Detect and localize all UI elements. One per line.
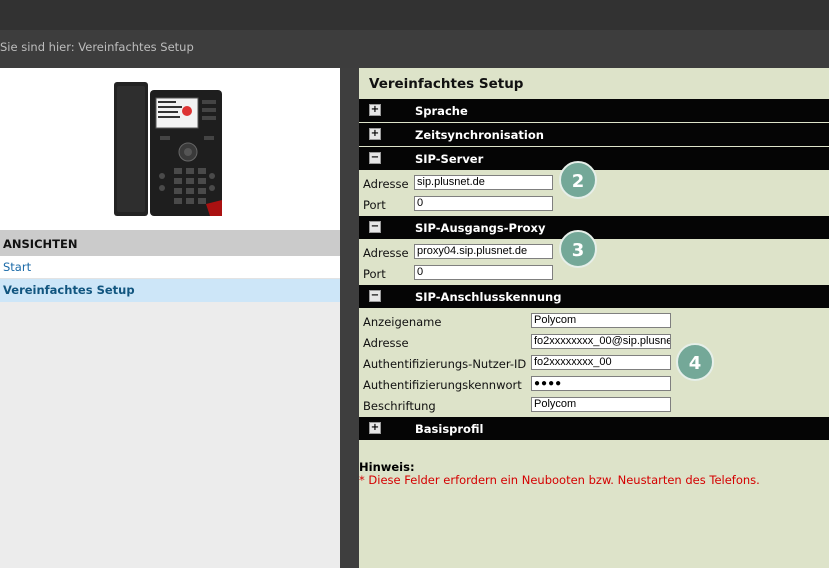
collapse-icon[interactable]: − [369,152,381,164]
top-bar [0,0,829,30]
main-content: Vereinfachtes Setup + Sprache + Zeitsync… [359,68,829,568]
sip-server-port-label: Port [363,198,386,212]
sip-server-port-input[interactable]: 0 [414,196,553,211]
breadcrumb: Sie sind hier: Vereinfachtes Setup [0,40,194,54]
collapse-icon[interactable]: − [369,290,381,302]
breadcrumb-bar: Sie sind hier: Vereinfachtes Setup [0,30,829,68]
section-sip-kennung-label: SIP-Anschlusskennung [415,290,562,304]
kennung-adresse-label: Adresse [363,336,409,350]
expand-icon[interactable]: + [369,422,381,434]
phone-image [114,82,222,216]
auth-user-id-input[interactable]: fo2xxxxxxxx_00 [531,355,671,370]
section-sprache-header[interactable]: + Sprache [359,99,829,122]
sip-proxy-adresse-input[interactable]: proxy04.sip.plusnet.de [414,244,553,259]
auth-password-input[interactable]: ●●●● [531,376,671,391]
section-zeitsync-header[interactable]: + Zeitsynchronisation [359,123,829,146]
auth-user-id-label: Authentifizierungs-Nutzer-ID [363,357,527,371]
anzeigename-label: Anzeigename [363,315,442,329]
section-sprache-label: Sprache [415,104,468,118]
section-sip-server-header[interactable]: − SIP-Server [359,147,829,170]
sip-proxy-port-input[interactable]: 0 [414,265,553,280]
views-header: ANSICHTEN [0,230,340,256]
section-basisprofil-label: Basisprofil [415,422,484,436]
section-basisprofil-header[interactable]: + Basisprofil [359,417,829,440]
sip-server-adresse-input[interactable]: sip.plusnet.de [414,175,553,190]
section-sip-kennung-header[interactable]: − SIP-Anschlusskennung [359,285,829,308]
sip-server-adresse-label: Adresse [363,177,409,191]
section-zeitsync-label: Zeitsynchronisation [415,128,544,142]
beschriftung-label: Beschriftung [363,399,436,413]
sidebar-item-vereinfachtes-setup[interactable]: Vereinfachtes Setup [0,279,340,302]
hint-title: Hinweis: [359,460,415,474]
beschriftung-input[interactable]: Polycom [531,397,671,412]
expand-icon[interactable]: + [369,128,381,140]
sip-proxy-port-label: Port [363,267,386,281]
step-badge-3: 3 [559,230,597,268]
step-badge-2: 2 [559,161,597,199]
kennung-adresse-input[interactable]: fo2xxxxxxxx_00@sip.plusnet.de [531,334,671,349]
sip-proxy-adresse-label: Adresse [363,246,409,260]
section-sip-proxy-label: SIP-Ausgangs-Proxy [415,221,546,235]
collapse-icon[interactable]: − [369,221,381,233]
auth-password-label: Authentifizierungskennwort [363,378,522,392]
page-title: Vereinfachtes Setup [369,76,524,92]
sidebar-item-start[interactable]: Start [0,256,340,279]
expand-icon[interactable]: + [369,104,381,116]
phone-image-box [0,68,340,230]
section-sip-proxy-header[interactable]: − SIP-Ausgangs-Proxy [359,216,829,239]
anzeigename-input[interactable]: Polycom [531,313,671,328]
section-sip-server-label: SIP-Server [415,152,484,166]
hint-text: * Diese Felder erfordern ein Neubooten b… [359,473,760,487]
sidebar: ANSICHTEN Start Vereinfachtes Setup [0,68,340,568]
step-badge-4: 4 [676,343,714,381]
